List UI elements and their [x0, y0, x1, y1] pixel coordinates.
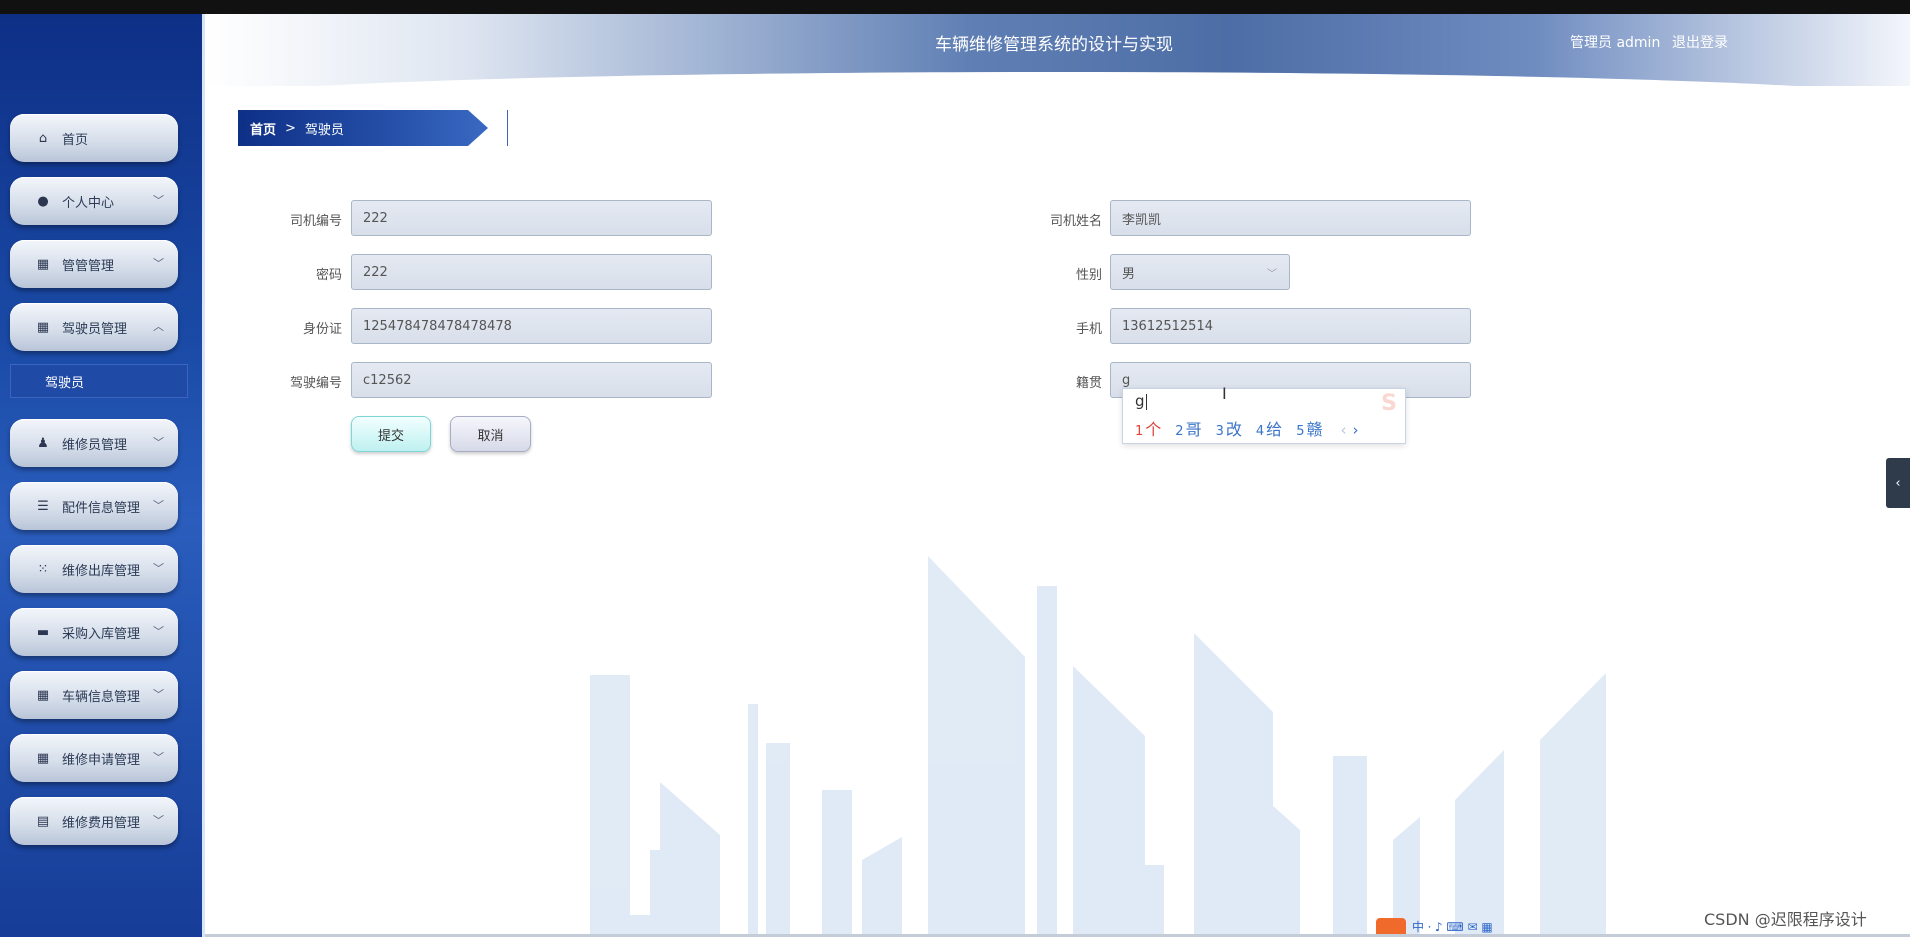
sidebar-item-label: 驾驶员管理 — [62, 321, 128, 337]
sidebar-subitem-driver[interactable]: 驾驶员 — [10, 364, 188, 398]
id-card-field[interactable]: 125478478478478478 — [351, 308, 712, 344]
phone-field[interactable]: 13612512514 — [1110, 308, 1471, 344]
ime-page-nav: ‹ › — [1340, 421, 1358, 439]
gender-select-value: 男 — [1122, 266, 1136, 282]
sidebar-item-repair-outbound-management[interactable]: ⁙ 维修出库管理 ﹀ — [10, 545, 178, 593]
id-card-label: 身份证 — [302, 322, 342, 337]
driver-name-label: 司机姓名 — [1049, 214, 1102, 229]
password-label: 密码 — [315, 268, 342, 283]
chevron-left-icon: ‹ — [1895, 475, 1901, 491]
sidebar-item-mechanic-management[interactable]: ♟ 维修员管理 ﹀ — [10, 419, 178, 467]
person-icon: ♟ — [37, 435, 49, 451]
sidebar-item-label: 维修费用管理 — [62, 815, 141, 831]
driver-id-field[interactable]: 222 — [351, 200, 712, 236]
sidebar-item-label: 管管管理 — [62, 258, 115, 274]
sidebar-item-vehicle-management[interactable]: ▦ 车辆信息管理 ﹀ — [10, 671, 178, 719]
ime-composition: g — [1135, 392, 1147, 410]
sidebar-item-repair-request-management[interactable]: ▦ 维修申请管理 ﹀ — [10, 734, 178, 782]
submit-button[interactable]: 提交 — [351, 416, 431, 452]
grid-icon: ▦ — [36, 256, 50, 272]
sidebar-item-label: 首页 — [62, 132, 89, 148]
sidebar-item-driver-management[interactable]: ▦ 驾驶员管理 ︿ — [10, 303, 178, 351]
sidebar-item-label: 配件信息管理 — [62, 500, 141, 516]
clipboard-icon: ▤ — [36, 813, 50, 829]
sidebar-item-label: 维修员管理 — [62, 437, 128, 453]
hometown-label: 籍贯 — [1075, 376, 1102, 391]
chevron-down-icon: ﹀ — [153, 562, 164, 575]
sidebar-item-parts-management[interactable]: ☰ 配件信息管理 ﹀ — [10, 482, 178, 530]
user-icon: ● — [37, 193, 49, 209]
collapse-panel-button[interactable]: ‹ — [1886, 458, 1910, 508]
ime-candidate[interactable]: 1个 — [1135, 416, 1161, 440]
ime-candidate[interactable]: 2哥 — [1175, 416, 1201, 440]
sidebar-item-purchase-inbound-management[interactable]: ▬ 采购入库管理 ﹀ — [10, 608, 178, 656]
sidebar-item-personal-center[interactable]: ● 个人中心 ﹀ — [10, 177, 178, 225]
apps-icon: ⁙ — [37, 561, 49, 577]
chevron-down-icon: ﹀ — [153, 751, 164, 764]
breadcrumb-divider — [507, 110, 508, 146]
license-number-field[interactable]: c12562 — [351, 362, 712, 398]
city-skyline-illustration — [590, 556, 1606, 937]
grid-icon: ▦ — [36, 687, 50, 703]
driver-name-field[interactable]: 李凯凯 — [1110, 200, 1471, 236]
breadcrumb-home[interactable]: 首页 — [250, 119, 276, 138]
briefcase-icon: ▬ — [36, 624, 50, 640]
sidebar: ⌂ 首页 ● 个人中心 ﹀ ▦ 管管管理 ﹀ ▦ 驾驶员管理 ︿ 驾驶员 ♟ 维… — [0, 14, 205, 937]
header: 车辆维修管理系统的设计与实现 管理员 admin 退出登录 — [205, 14, 1910, 100]
phone-label: 手机 — [1075, 322, 1102, 337]
grid-icon: ▦ — [36, 750, 50, 766]
list-icon: ☰ — [37, 498, 49, 514]
chevron-down-icon: ﹀ — [153, 625, 164, 638]
breadcrumb-separator: > — [285, 120, 296, 136]
driver-id-label: 司机编号 — [289, 214, 342, 229]
text-cursor-icon: I — [1222, 384, 1227, 403]
app-title: 车辆维修管理系统的设计与实现 — [935, 35, 1173, 55]
chevron-down-icon: ﹀ — [1267, 269, 1277, 280]
ime-prev-page[interactable]: ‹ — [1340, 421, 1346, 439]
window-top-strip — [0, 0, 1910, 14]
chevron-down-icon: ﹀ — [153, 257, 164, 270]
ime-composition-text: g — [1135, 392, 1145, 410]
sidebar-item-repair-cost-management[interactable]: ▤ 维修费用管理 ﹀ — [10, 797, 178, 845]
ime-next-page[interactable]: › — [1352, 421, 1358, 439]
ime-candidate[interactable]: 3改 — [1216, 416, 1242, 440]
sidebar-item-label: 个人中心 — [62, 195, 115, 211]
ime-candidate[interactable]: 4给 — [1256, 416, 1282, 440]
chevron-down-icon: ﹀ — [153, 436, 164, 449]
sidebar-subitem-label: 驾驶员 — [45, 375, 85, 391]
sidebar-item-label: 维修申请管理 — [62, 752, 141, 768]
license-number-label: 驾驶编号 — [289, 376, 342, 391]
chevron-down-icon: ﹀ — [153, 194, 164, 207]
home-icon: ⌂ — [38, 130, 48, 146]
sidebar-item-home[interactable]: ⌂ 首页 — [10, 114, 178, 162]
ime-candidate-popup: g S 1个 2哥 3改 4给 5赣 ‹ › — [1122, 388, 1406, 444]
gender-select[interactable]: 男 ﹀ — [1110, 254, 1290, 290]
logout-link[interactable]: 退出登录 — [1672, 32, 1728, 52]
sidebar-item-admin-management[interactable]: ▦ 管管管理 ﹀ — [10, 240, 178, 288]
breadcrumb: 首页 > 驾驶员 — [238, 110, 488, 146]
watermark: CSDN @迟限程序设计 — [1704, 910, 1867, 929]
chevron-up-icon: ︿ — [153, 320, 164, 333]
grid-icon: ▦ — [36, 319, 50, 335]
sidebar-item-label: 维修出库管理 — [62, 563, 141, 579]
gender-label: 性别 — [1075, 268, 1102, 283]
current-user: 管理员 admin — [1570, 35, 1661, 51]
chevron-down-icon: ﹀ — [153, 688, 164, 701]
cancel-button[interactable]: 取消 — [450, 416, 531, 452]
sidebar-item-label: 采购入库管理 — [62, 626, 141, 642]
chevron-down-icon: ﹀ — [153, 499, 164, 512]
ime-candidate-row: 1个 2哥 3改 4给 5赣 ‹ › — [1135, 416, 1358, 440]
ime-toolbar[interactable]: 中 ⸱ ♪ ⌨ ✉ ▦ — [1412, 918, 1493, 935]
sogou-logo-icon: S — [1381, 391, 1397, 416]
ime-caret — [1145, 393, 1147, 410]
breadcrumb-current: 驾驶员 — [304, 122, 344, 138]
sidebar-item-label: 车辆信息管理 — [62, 689, 141, 705]
password-field[interactable]: 222 — [351, 254, 712, 290]
ime-candidate[interactable]: 5赣 — [1296, 416, 1322, 440]
chevron-down-icon: ﹀ — [153, 814, 164, 827]
